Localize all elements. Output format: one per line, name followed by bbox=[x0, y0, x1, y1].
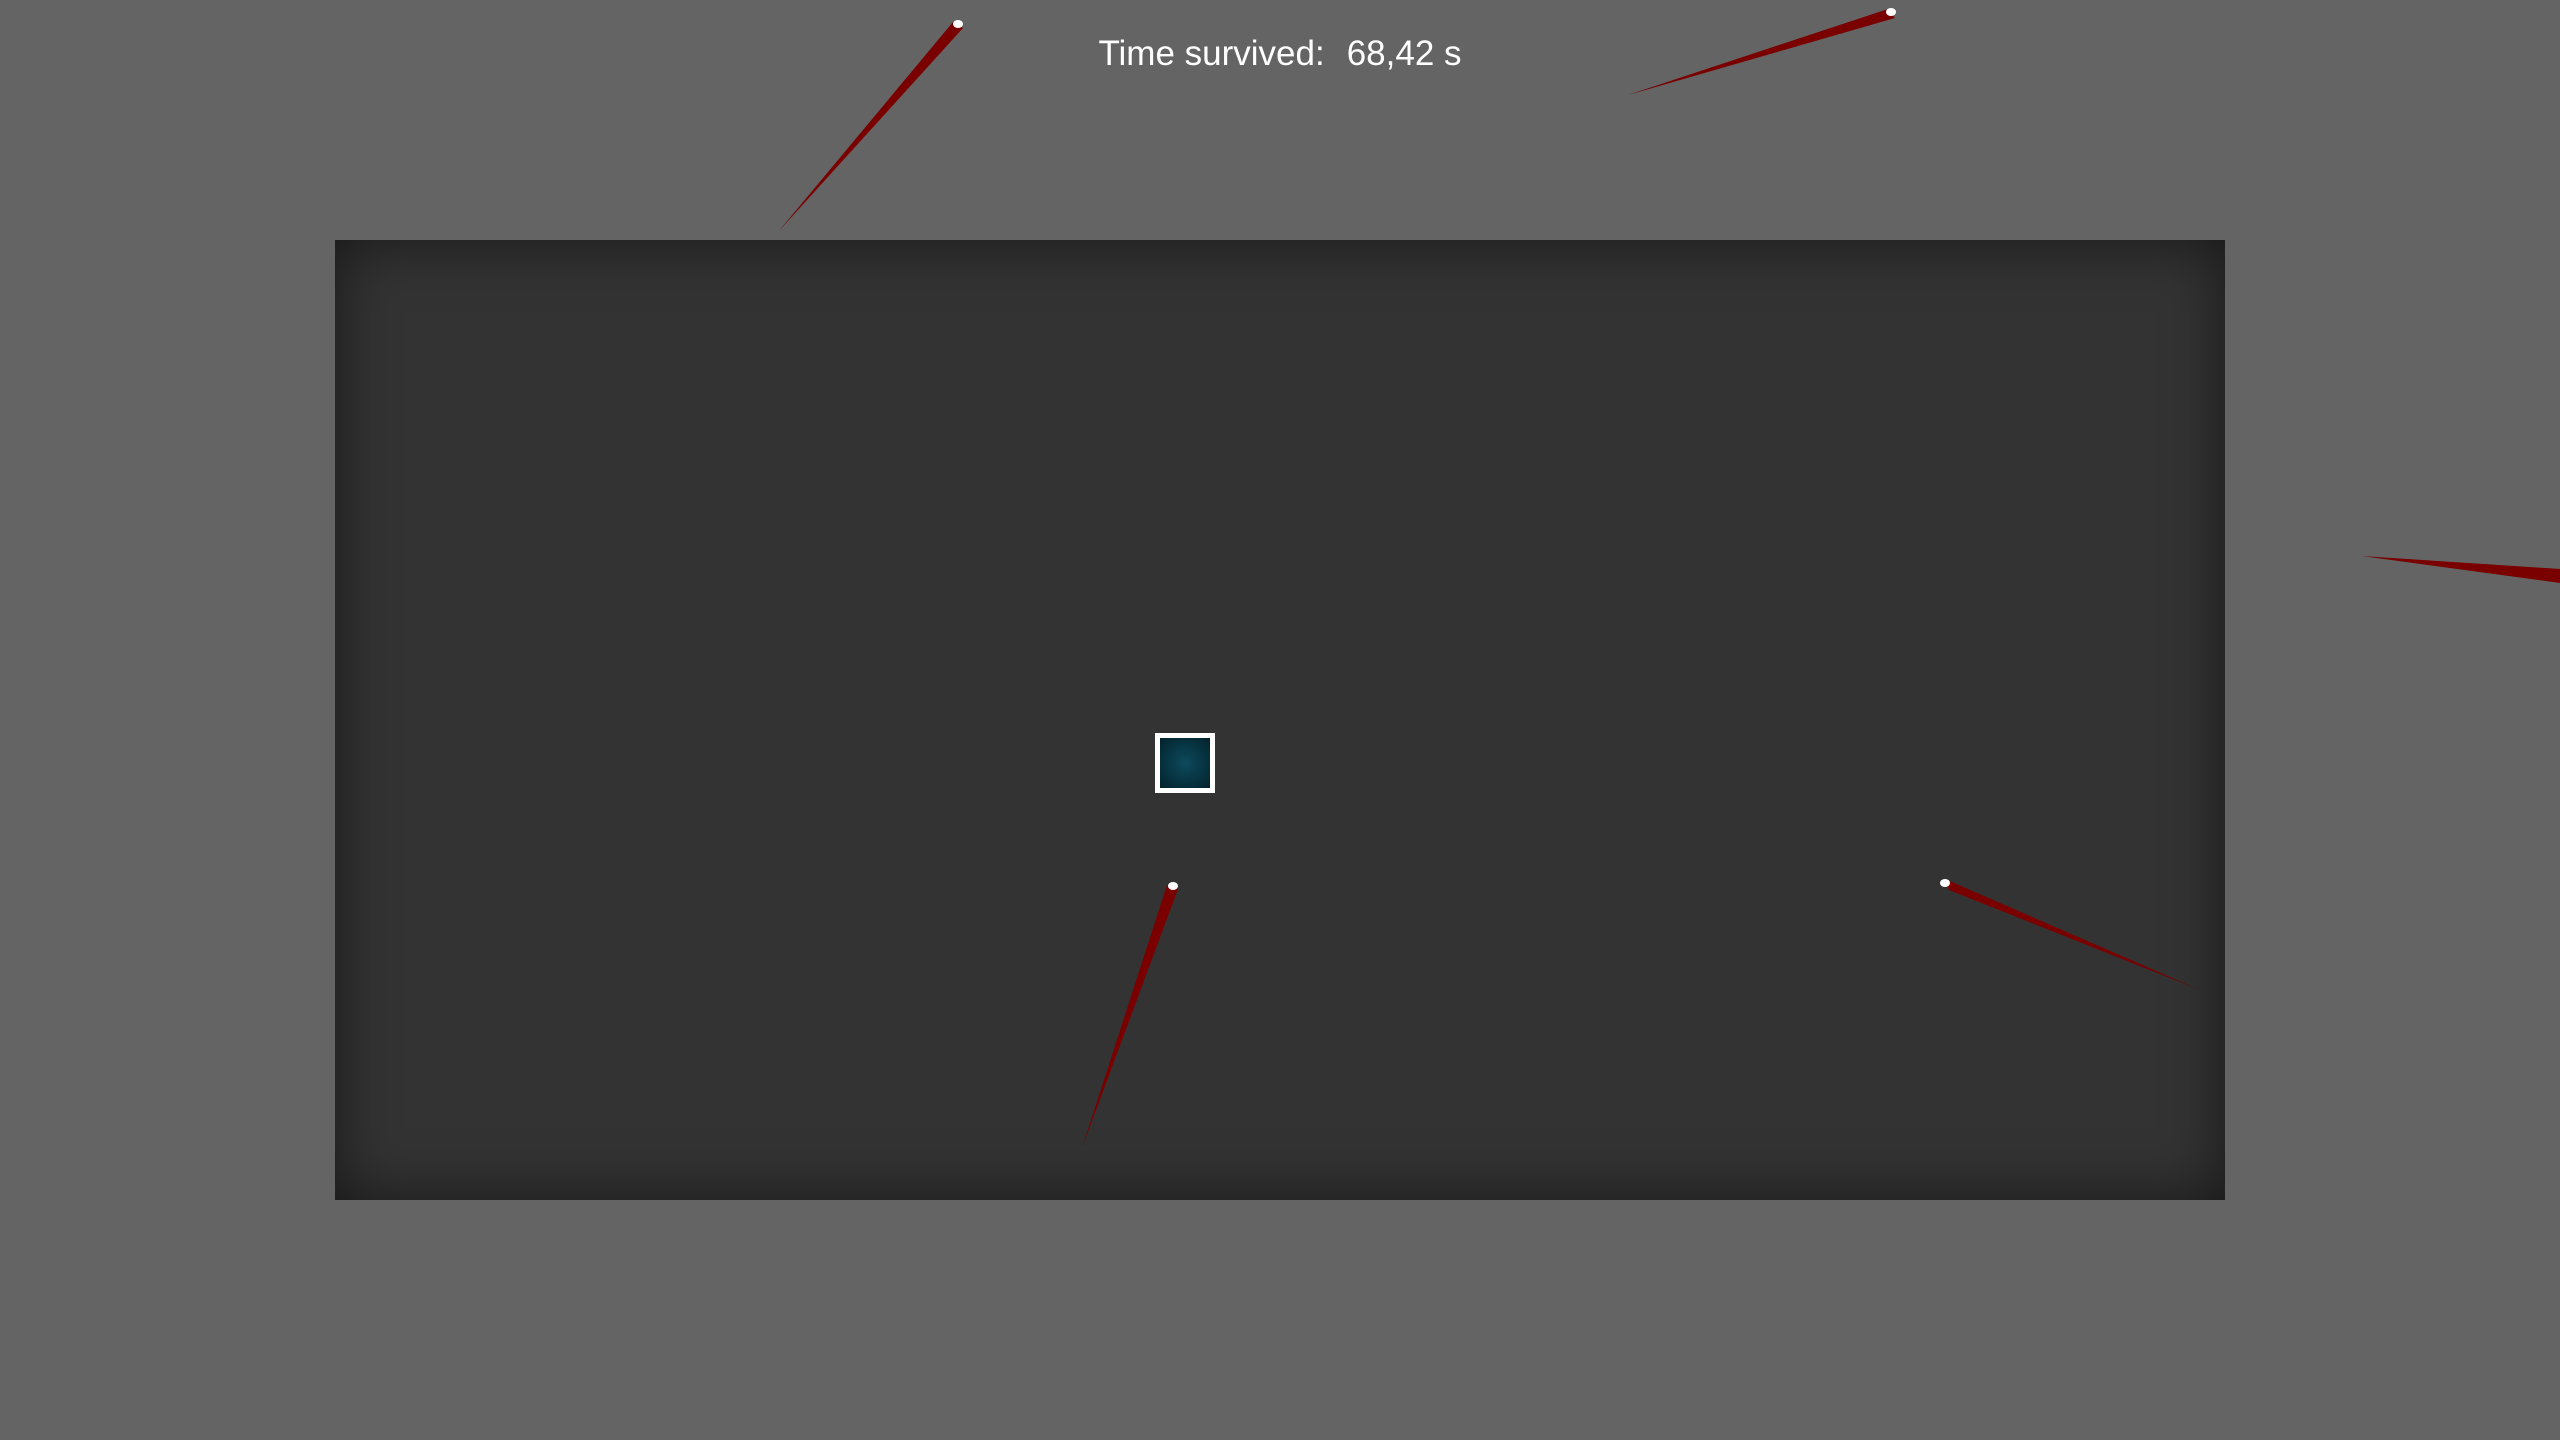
projectile-3 bbox=[2362, 556, 2560, 583]
game-stage: Time survived: 68,42 s bbox=[0, 0, 2560, 1440]
time-survived-label: Time survived: bbox=[1098, 34, 1325, 73]
game-arena[interactable] bbox=[335, 240, 2225, 1200]
time-survived-value: 68,42 s bbox=[1346, 34, 1462, 73]
player-square-icon[interactable] bbox=[1155, 733, 1215, 793]
projectile-head-icon bbox=[953, 20, 963, 28]
time-survived-hud: Time survived: 68,42 s bbox=[0, 30, 2560, 78]
projectile-head-icon bbox=[1886, 8, 1896, 16]
